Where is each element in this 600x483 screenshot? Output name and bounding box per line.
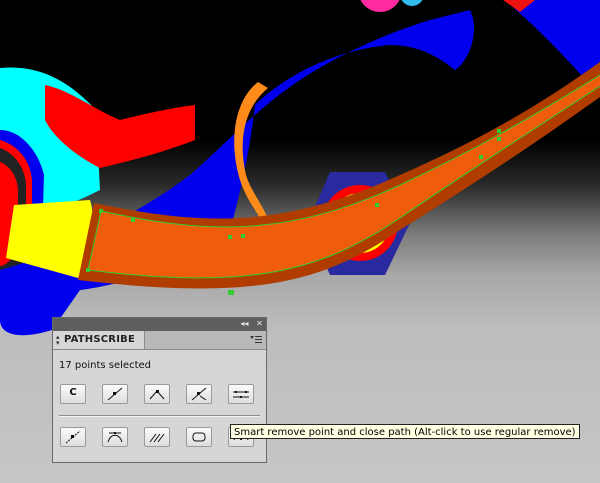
panel-menu-icon[interactable] [250, 335, 262, 345]
magenta-shape[interactable] [358, 0, 402, 12]
close-panel-button[interactable]: ✕ [254, 319, 265, 329]
tooltip: Smart remove point and close path (Alt-c… [230, 424, 580, 439]
panel-tabbar: ▴ ▾ PATHSCRIBE [53, 331, 266, 350]
remove-point-icon [191, 387, 207, 401]
multi-segment-icon [149, 433, 165, 443]
canvas[interactable]: ◂◂ ✕ ▴▾ PATHSCRIBE 17 points selected C [0, 0, 600, 483]
distribute-handles-icon [233, 391, 249, 398]
selection-status: 17 points selected [59, 360, 152, 371]
smooth-line-icon [65, 430, 81, 444]
distribute-handles-button[interactable] [228, 384, 254, 404]
panel-titlebar[interactable]: ◂◂ ✕ [53, 318, 266, 331]
multi-segment-button[interactable] [144, 427, 170, 447]
line-segment-icon [107, 387, 123, 401]
handles-icon [107, 432, 123, 443]
line-segment-button[interactable] [102, 384, 128, 404]
cyan-dot[interactable] [400, 0, 424, 6]
smooth-line-button[interactable] [60, 427, 86, 447]
close-shape-button[interactable] [186, 427, 212, 447]
remove-point-button[interactable] [186, 384, 212, 404]
handles-button[interactable] [102, 427, 128, 447]
corner-point-icon [149, 390, 165, 400]
pathscribe-panel[interactable]: ◂◂ ✕ ▴ ▾ PATHSCRIBE 17 points selected C [52, 317, 267, 463]
close-shape-icon [192, 432, 206, 442]
panel-title: PATHSCRIBE [64, 334, 135, 345]
corner-point-button[interactable] [144, 384, 170, 404]
collapse-panel-button[interactable]: ◂◂ [239, 319, 250, 329]
convert-letter-icon: C [69, 387, 77, 398]
tab-pathscribe[interactable]: ▴ ▾ PATHSCRIBE [53, 331, 145, 349]
convert-button[interactable]: C [60, 384, 86, 404]
panel-divider [59, 415, 260, 417]
tab-arrows-icon: ▴ ▾ [56, 333, 60, 347]
